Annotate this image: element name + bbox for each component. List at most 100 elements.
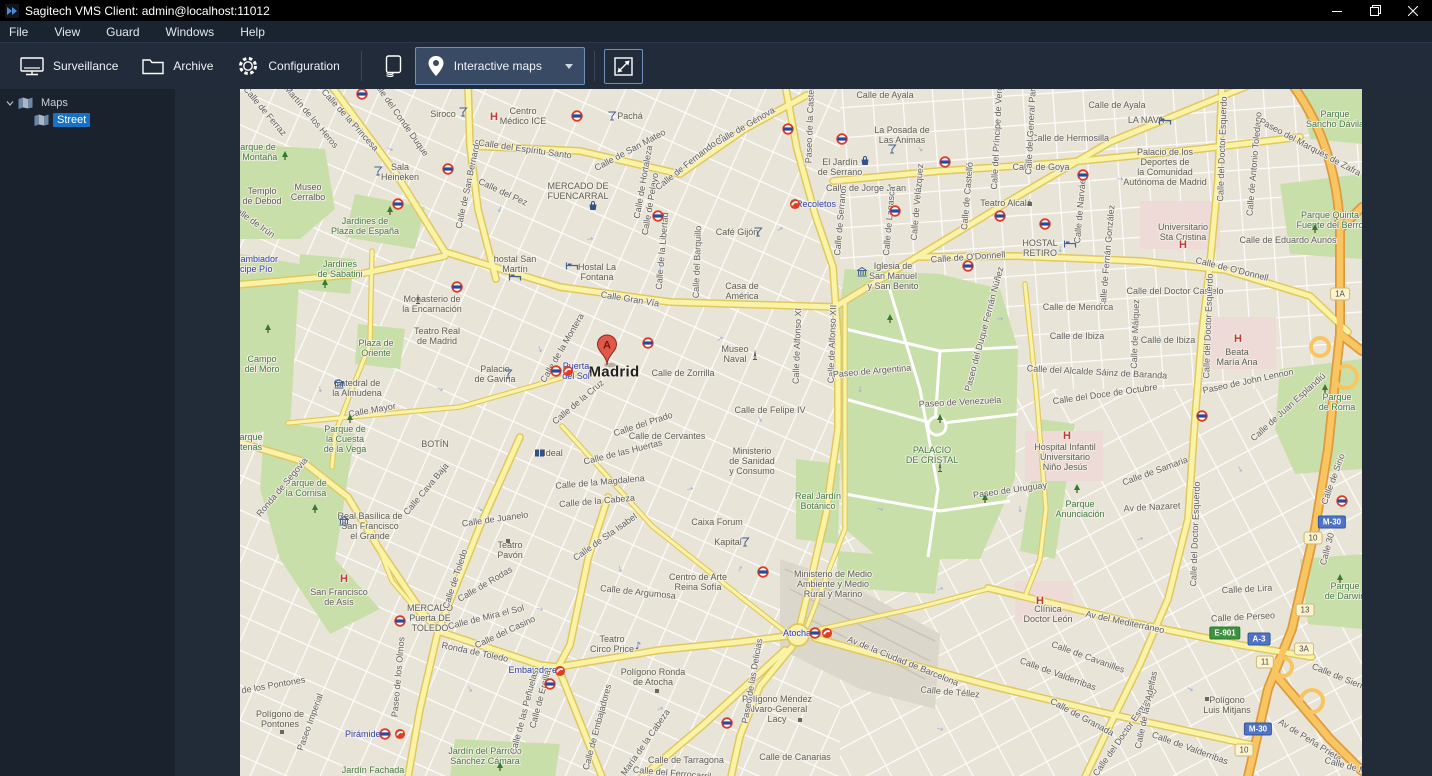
map-label: Pachá: [617, 110, 643, 121]
metro-icon: [379, 728, 391, 740]
menu-file[interactable]: File: [0, 25, 41, 39]
menu-view[interactable]: View: [41, 25, 93, 39]
marker-a[interactable]: A: [595, 334, 619, 368]
road-shield: 10: [1234, 743, 1254, 757]
archive-button[interactable]: Archive: [130, 50, 225, 83]
map-label: Universitario Sta Cristina: [1157, 221, 1209, 242]
map-label: Centro Médico ICE: [499, 105, 547, 126]
map-label: Polígono Méndez Álvaro-General Lacy: [741, 693, 813, 725]
oneway-arrow-icon: →: [935, 723, 945, 735]
tree-icon: [281, 151, 289, 161]
metro-icon: [392, 198, 404, 210]
oneway-arrow-icon: →: [1015, 505, 1025, 513]
map-label: Calle de Sta Isabel: [571, 511, 639, 563]
interactive-maps-button[interactable]: Interactive maps: [414, 47, 585, 85]
restore-button[interactable]: [1356, 0, 1394, 21]
map-label: Templo de Debod: [242, 185, 282, 206]
map-label: Calle de Felipe IV: [734, 404, 806, 415]
menu-help[interactable]: Help: [227, 25, 278, 39]
oneway-arrow-icon: →: [875, 503, 885, 515]
map-label: Parque de la Montaña: [240, 141, 278, 162]
oneway-arrow-icon: →: [654, 264, 666, 274]
metro-icon: [544, 678, 556, 690]
menu-guard[interactable]: Guard: [93, 25, 152, 39]
map-label: Clínica Doctor León: [1023, 603, 1073, 624]
window-title: Sagitech VMS Client: admin@localhost:110…: [25, 3, 270, 18]
oneway-arrow-icon: →: [655, 703, 665, 715]
tree-label-maps: Maps: [41, 96, 68, 109]
menu-windows[interactable]: Windows: [153, 25, 228, 39]
map-label: Paseo de la Castellana: [803, 89, 817, 164]
museum-icon: [337, 515, 351, 526]
toolbar-separator: [593, 51, 595, 81]
app-window: Sagitech VMS Client: admin@localhost:110…: [0, 0, 1432, 776]
screen-layouts-button[interactable]: [371, 47, 415, 85]
fit-screen-button[interactable]: [603, 48, 643, 84]
metro-icon: [782, 123, 794, 135]
map-label: Teatro Real de Madrid: [413, 325, 461, 346]
map-label: Ideal: [543, 447, 563, 458]
map-label: Calle del Doctor Esquerdo: [1215, 96, 1229, 202]
map-canvas[interactable]: Madrid Puerta del Sol Recoletos Atocha Embaj…: [240, 89, 1362, 776]
minimize-button[interactable]: [1318, 0, 1356, 21]
map-label: Calle de Sirio: [1319, 452, 1347, 506]
cerc-icon: [562, 365, 574, 377]
map-label: Calle de Eduardo Aunós: [1239, 234, 1337, 245]
map-label: El Jardín de Serrano: [817, 156, 863, 177]
bar-icon: [888, 144, 897, 154]
map-label: MERCADO Puerta DE TOLEDO: [406, 602, 454, 634]
map-label: Av de Peña Prieta: [1276, 716, 1344, 764]
map-label: Calle del Casino: [473, 613, 537, 651]
metro-icon: [652, 210, 664, 222]
metro-icon: [836, 133, 848, 145]
oneway-arrow-icon: →: [1135, 533, 1145, 545]
map-label: Calle de Irún: [240, 202, 277, 240]
oneway-arrow-icon: →: [535, 603, 545, 615]
configuration-button[interactable]: Configuration: [225, 47, 351, 85]
metro-icon: [721, 717, 733, 729]
interactive-maps-label: Interactive maps: [453, 59, 542, 73]
sidebar-tree: Maps Street: [0, 89, 175, 776]
map-label: Calle de las Huertas: [582, 437, 664, 467]
map-label: Calle de Canarias: [759, 751, 831, 762]
surveillance-button[interactable]: Surveillance: [8, 49, 130, 84]
tree-icon: [496, 762, 504, 772]
bed-icon: [565, 262, 579, 271]
oneway-arrow-icon: →: [996, 314, 1004, 324]
map-label: Siroco: [430, 108, 456, 119]
tree-node-street[interactable]: Street: [0, 111, 175, 128]
road-shield: 3A: [1294, 642, 1314, 656]
map-label: Calle de Perseo: [1210, 610, 1276, 624]
map-label: Ronda de Toledo: [440, 640, 510, 664]
map-label: Puerta del Sol: [562, 360, 590, 381]
map-label: HOSTAL RETIRO: [1022, 237, 1058, 258]
close-button[interactable]: [1394, 0, 1432, 21]
map-label: Embajadores: [508, 664, 562, 675]
map-label: Kapital: [714, 536, 742, 547]
metro-icon: [642, 337, 654, 349]
map-label: Paseo de Uruguay: [972, 479, 1048, 501]
map-label: Caixa Forum: [691, 516, 743, 527]
map-label: Calle de Alfonso XII: [825, 304, 839, 384]
dot-icon: [280, 730, 284, 734]
map-label: Hostal La Fontana: [577, 261, 617, 282]
map-label: Teatro Alcalá: [980, 197, 1032, 208]
toolbar-separator: [360, 51, 362, 81]
fit-screen-icon: [614, 56, 633, 76]
tree-node-maps[interactable]: Maps: [0, 94, 175, 111]
map-label: Calle de Sierra: [1310, 661, 1362, 693]
map-label: Calle del Doctor Castelo: [1126, 285, 1224, 296]
map-label: Calle de Serrano: [832, 187, 848, 257]
map-label: Av de Nazaret: [1123, 500, 1181, 514]
tree-icon: [1321, 384, 1329, 394]
bar-icon: [754, 227, 763, 237]
map-label: Calle de la Montera: [538, 311, 586, 385]
metro-icon: [571, 110, 583, 122]
map-label: Calle del Príncipe de Vergara: [988, 89, 1006, 190]
metro-icon: [939, 156, 951, 168]
map-label: Calle de Mira el Sol: [446, 602, 526, 632]
bag-icon: [589, 201, 598, 211]
map-label: Calle de Toledo: [440, 548, 470, 610]
obelisk-icon: [415, 293, 421, 305]
oneway-arrow-icon: →: [1234, 463, 1246, 475]
